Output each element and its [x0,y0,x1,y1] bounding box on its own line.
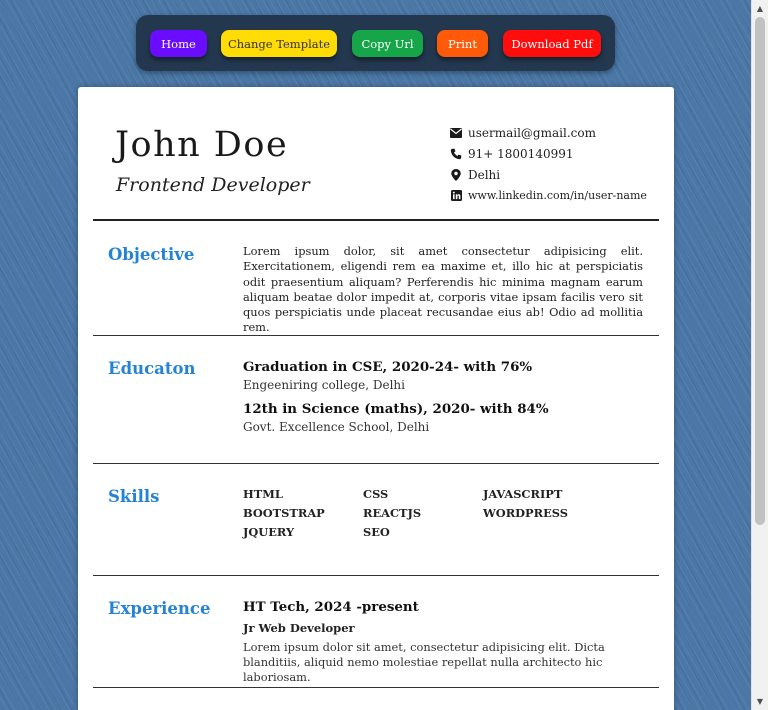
objective-text: Lorem ipsum dolor, sit amet consectetur … [243,244,643,335]
envelope-icon [450,127,462,139]
skill-item: REACTJS [363,506,422,520]
copy-url-button[interactable]: Copy Url [352,30,423,57]
education-school: Engeeniring college, Delhi [243,378,405,392]
section-divider [93,463,659,464]
home-button[interactable]: Home [150,30,207,57]
experience-position: Jr Web Developer [243,621,355,635]
candidate-role: Frontend Developer [116,174,310,196]
resume-page: John Doe Frontend Developer usermail@gma… [78,87,674,710]
header-divider [93,219,659,221]
linkedin-icon [450,190,462,202]
linkedin-link[interactable]: www.linkedin.com/in/user-name [468,189,647,202]
skill-item: JQUERY [243,525,295,539]
action-toolbar: Home Change Template Copy Url Print Down… [136,15,615,71]
education-degree: Graduation in CSE, 2020-24- with 76% [243,359,533,375]
map-pin-icon [450,168,462,181]
skill-item: CSS [363,487,389,501]
contact-list: usermail@gmail.com 91+ 1800140991 Delhi … [450,122,647,206]
location-text: Delhi [468,167,501,182]
contact-linkedin: www.linkedin.com/in/user-name [450,185,647,206]
skills-grid: HTML CSS JAVASCRIPT BOOTSTRAP REACTJS WO… [243,487,643,539]
contact-phone: 91+ 1800140991 [450,143,647,164]
section-divider [93,575,659,576]
phone-icon [450,148,462,160]
skill-item: BOOTSTRAP [243,506,325,520]
scroll-down-arrow-icon[interactable]: ▼ [752,693,768,710]
education-heading: Educaton [108,359,196,378]
scrollbar-thumb[interactable] [755,17,765,525]
vertical-scrollbar[interactable]: ▲ ▼ [751,0,768,710]
skills-heading: Skills [108,487,160,506]
objective-heading: Objective [108,245,195,264]
contact-location: Delhi [450,164,647,185]
section-divider [93,335,659,336]
experience-entry: HT Tech, 2024 -present Jr Web Developer … [243,599,643,685]
skill-item: HTML [243,487,283,501]
experience-company: HT Tech, 2024 -present [243,599,419,615]
change-template-button[interactable]: Change Template [221,30,337,57]
skill-item: SEO [363,525,390,539]
download-pdf-button[interactable]: Download Pdf [503,30,601,57]
skill-item: WORDPRESS [483,506,568,520]
phone-text: 91+ 1800140991 [468,146,574,161]
education-school: Govt. Excellence School, Delhi [243,420,430,434]
contact-email: usermail@gmail.com [450,122,647,143]
education-list: Graduation in CSE, 2020-24- with 76% Eng… [243,359,643,434]
scroll-up-arrow-icon[interactable]: ▲ [752,0,768,17]
email-text: usermail@gmail.com [468,125,596,140]
education-degree: 12th in Science (maths), 2020- with 84% [243,401,549,417]
print-button[interactable]: Print [437,30,488,57]
section-divider [93,687,659,688]
skill-item: JAVASCRIPT [483,487,563,501]
experience-description: Lorem ipsum dolor sit amet, consectetur … [243,640,605,684]
candidate-name: John Doe [115,125,289,165]
experience-heading: Experience [108,599,211,618]
